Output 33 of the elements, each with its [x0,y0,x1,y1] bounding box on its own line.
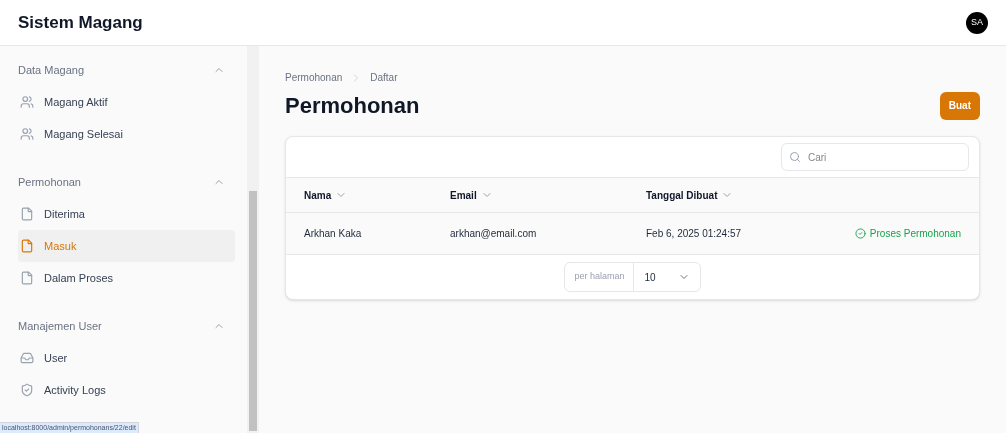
inbox-icon [20,351,34,365]
sidebar-item[interactable]: Magang Aktif [18,86,235,118]
app-title: Sistem Magang [18,11,143,34]
breadcrumb-link[interactable]: Daftar [370,70,398,85]
sidebar-group-label: Permohonan [18,174,81,190]
per-page-label: per halaman [573,270,626,284]
table-cell-text: Arkhan Kaka [304,227,363,241]
search-field[interactable]: Cari [781,143,969,171]
file-icon [20,239,34,253]
file-icon [20,271,34,285]
column-header[interactable]: Tanggal Dibuat [646,187,846,203]
users-icon [20,127,34,141]
per-page-select[interactable]: 10 [633,263,700,291]
sidebar-item[interactable]: Dalam Proses [18,262,235,294]
column-header[interactable]: Email [450,187,646,203]
user-avatar[interactable]: SA [966,11,988,34]
users-icon [20,95,34,109]
table-cell-text: Feb 6, 2025 01:24:57 [646,227,743,241]
page-title: Permohonan [285,92,420,120]
sidebar-item[interactable]: Magang Selesai [18,118,235,150]
sidebar-group-label: Manajemen User [18,318,102,334]
column-header[interactable]: Nama [304,187,450,203]
shield-icon [20,383,34,397]
scrollbar[interactable] [247,46,259,433]
check-circle-icon [854,228,866,239]
file-icon [20,207,34,221]
table-cell-text: arkhan@email.com [450,227,538,241]
sidebar-item[interactable]: Activity Logs [18,374,235,406]
sidebar-item[interactable]: Diterima [18,198,235,230]
search-icon [789,151,801,163]
sidebar-group-label: Data Magang [18,62,85,78]
sidebar-item[interactable]: User [18,342,235,374]
breadcrumb-link[interactable]: Permohonan [285,70,343,85]
